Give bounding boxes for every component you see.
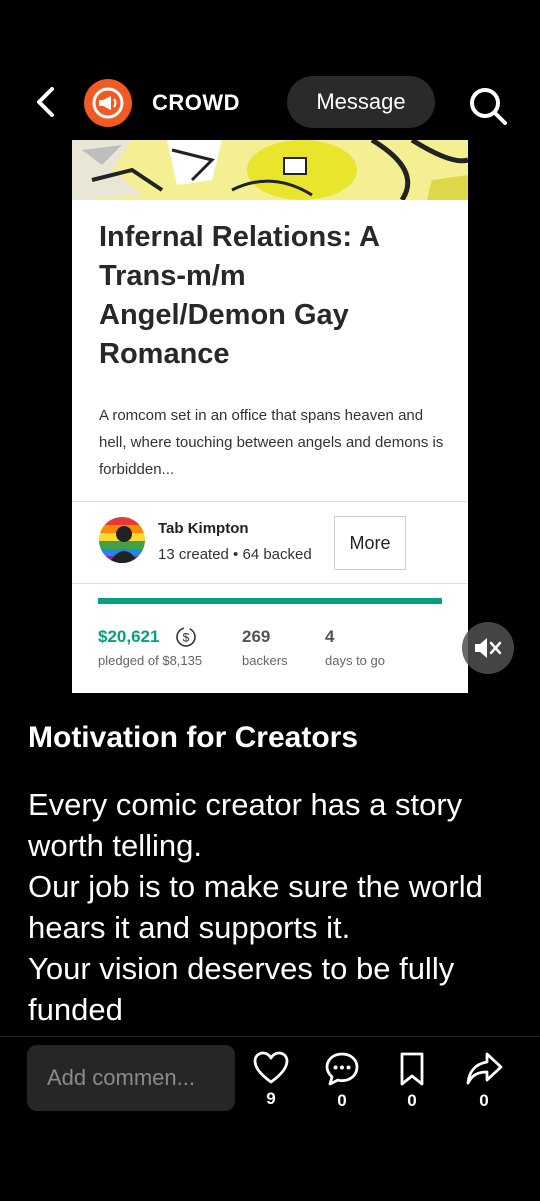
top-bar: CROWD Message	[0, 72, 540, 132]
save-button[interactable]: 0	[388, 1051, 436, 1127]
share-icon	[466, 1052, 503, 1085]
campaign-card[interactable]: Infernal Relations: A Trans-m/m Angel/De…	[72, 140, 468, 693]
pledged-label: pledged of $8,135	[98, 653, 203, 668]
post-line: Your vision deserves to be fully funded	[28, 951, 455, 1027]
funding-progress-bar	[98, 598, 442, 604]
svg-text:$: $	[183, 631, 190, 645]
bottom-action-bar: 9 0 0 0	[0, 1036, 540, 1201]
search-icon[interactable]	[466, 84, 510, 128]
divider	[72, 501, 468, 502]
share-count: 0	[479, 1091, 489, 1110]
comment-count: 0	[337, 1091, 347, 1110]
comment-input[interactable]	[27, 1045, 235, 1111]
post-line: Every comic creator has a story worth te…	[28, 787, 463, 863]
bookmark-icon	[400, 1052, 424, 1086]
currency-icon[interactable]: $	[175, 626, 197, 648]
creator-avatar[interactable]	[99, 517, 145, 563]
like-button[interactable]: 9	[247, 1051, 295, 1127]
brand-name[interactable]: CROWD	[152, 90, 240, 116]
creator-name[interactable]: Tab Kimpton	[158, 520, 249, 537]
campaign-description: A romcom set in an office that spans hea…	[99, 407, 444, 478]
save-count: 0	[407, 1091, 417, 1110]
post-body[interactable]: Every comic creator has a story worth te…	[28, 784, 528, 1030]
backers-label: backers	[242, 653, 288, 668]
creator-stats: 13 created • 64 backed	[158, 546, 312, 563]
pledged-amount: $20,621	[98, 627, 160, 646]
like-count: 9	[266, 1089, 276, 1108]
campaign-title[interactable]: Infernal Relations: A Trans-m/m Angel/De…	[99, 218, 439, 374]
comment-icon	[325, 1052, 359, 1086]
comment-button[interactable]: 0	[318, 1051, 366, 1127]
post-line: Our job is to make sure the world hears …	[28, 869, 483, 945]
message-button[interactable]: Message	[287, 76, 435, 128]
mute-icon[interactable]	[462, 622, 514, 674]
more-button[interactable]: More	[334, 516, 406, 570]
backers-count: 269	[242, 627, 271, 646]
post-title: Motivation for Creators	[28, 721, 359, 754]
back-arrow-icon[interactable]	[30, 84, 66, 120]
megaphone-logo-icon[interactable]	[84, 79, 132, 127]
heart-icon	[253, 1051, 289, 1084]
campaign-hero-image	[72, 140, 468, 200]
share-button[interactable]: 0	[460, 1051, 508, 1127]
funding-progress-fill	[98, 598, 442, 604]
days-to-go-count: 4	[325, 627, 335, 646]
divider	[72, 583, 468, 584]
days-to-go-label: days to go	[325, 653, 385, 668]
